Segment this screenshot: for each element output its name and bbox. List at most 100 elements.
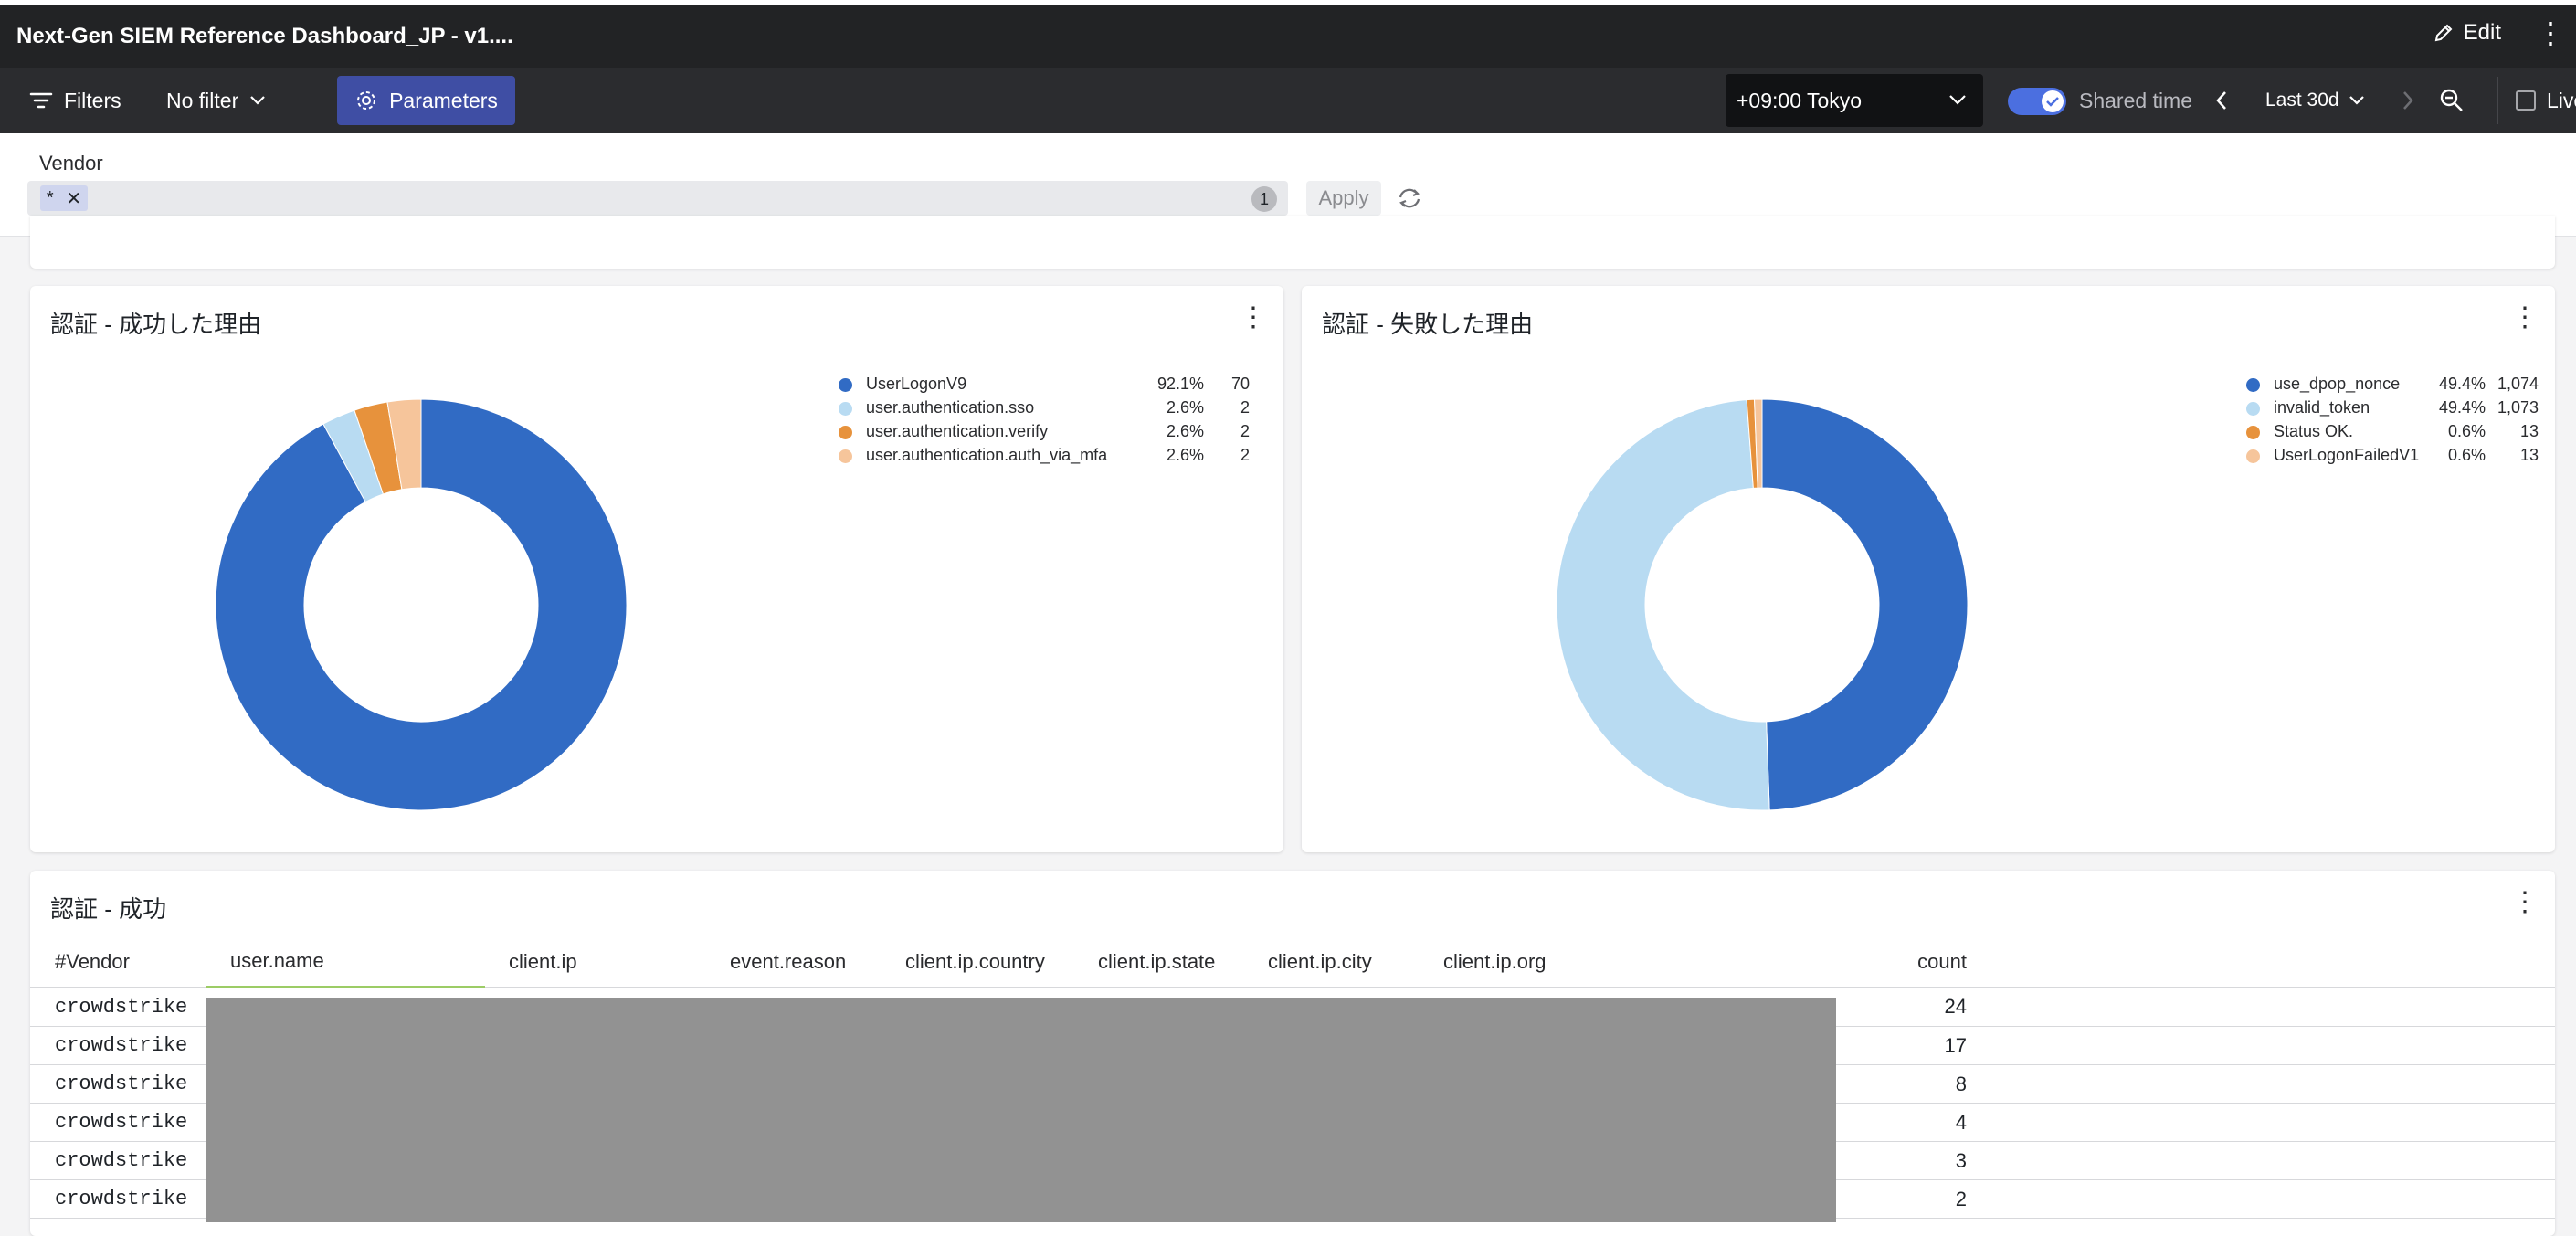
zoom-out-icon[interactable]	[2439, 68, 2465, 133]
spacer-cell	[1967, 1064, 2555, 1104]
column-header[interactable]: event.reason	[706, 936, 882, 988]
parameters-button[interactable]: Parameters	[337, 76, 515, 125]
legend-swatch	[839, 378, 852, 392]
dashboard-title: Next-Gen SIEM Reference Dashboard_JP - v…	[16, 24, 513, 48]
refresh-icon[interactable]	[1396, 186, 1423, 215]
parameters-label: Parameters	[389, 88, 498, 112]
success-legend: UserLogonV9 92.1% 70 user.authentication…	[839, 373, 1295, 468]
checkbox-icon	[2516, 90, 2536, 111]
no-filter-label: No filter	[166, 88, 239, 112]
legend-count: 1,073	[2497, 398, 2539, 417]
column-header[interactable]: user.name	[206, 936, 485, 988]
legend-count: 70	[1230, 375, 1250, 393]
shared-time-label: Shared time	[2079, 88, 2193, 112]
column-header-spacer	[1967, 936, 2555, 988]
legend-name: invalid_token	[2274, 398, 2370, 417]
legend-count: 2	[1240, 446, 1250, 464]
legend-item: UserLogonFailedV1 0.6% 13	[2246, 444, 2548, 468]
legend-item: invalid_token 49.4% 1,073	[2246, 396, 2548, 420]
previous-widget	[30, 216, 2555, 269]
legend-swatch	[2246, 449, 2260, 463]
selected-count-badge: 1	[1251, 186, 1277, 212]
timezone-select[interactable]: +09:00 Tokyo	[1726, 74, 1983, 127]
table-header-row: #Vendor user.name client.ip event.reason…	[30, 936, 2555, 988]
column-header[interactable]: client.ip.org	[1420, 936, 1839, 988]
column-header[interactable]: client.ip.country	[882, 936, 1074, 988]
column-header[interactable]: client.ip	[485, 936, 706, 988]
spacer-cell	[1967, 1141, 2555, 1180]
vendor-cell: crowdstrike	[30, 1064, 206, 1104]
timezone-value: +09:00 Tokyo	[1737, 88, 1863, 112]
count-cell: 8	[1839, 1064, 1967, 1104]
legend-pct: 2.6%	[1166, 398, 1204, 417]
apply-button[interactable]: Apply	[1306, 181, 1381, 216]
chevron-down-icon	[2349, 96, 2364, 105]
panel-menu-icon[interactable]: ⋮	[2511, 889, 2539, 916]
panel-title: 認証 - 成功	[50, 895, 167, 923]
vendor-cell: crowdstrike	[30, 1179, 206, 1219]
donut-slice-invalid-token[interactable]	[1556, 399, 1770, 811]
shared-time-toggle[interactable]	[2008, 88, 2066, 115]
vendor-input[interactable]: * ✕ 1	[27, 181, 1288, 216]
legend-count: 2	[1240, 422, 1250, 440]
success-reasons-panel: 認証 - 成功した理由 ⋮ UserLogonV9 92.1% 70 user.…	[30, 286, 1283, 852]
failure-donut-chart	[1556, 398, 1969, 811]
legend-item: user.authentication.verify 2.6% 2	[839, 420, 1295, 444]
time-range-label: Last 30d	[2265, 90, 2339, 111]
legend-count: 13	[2519, 422, 2539, 440]
legend-pct: 49.4%	[2438, 398, 2486, 417]
previous-range-icon[interactable]	[2214, 68, 2229, 133]
vendor-chip-value: *	[46, 187, 54, 208]
legend-swatch	[2246, 378, 2260, 392]
count-cell: 24	[1839, 987, 1967, 1027]
legend-pct: 49.4%	[2438, 375, 2486, 393]
legend-count: 2	[1240, 398, 1250, 417]
legend-name: user.authentication.auth_via_mfa	[866, 446, 1108, 464]
legend-item: UserLogonV9 92.1% 70	[839, 373, 1295, 396]
legend-pct: 0.6%	[2447, 422, 2486, 440]
filters-button[interactable]: Filters	[29, 68, 121, 133]
toggle-check-icon	[2042, 90, 2064, 112]
edit-button[interactable]: Edit	[2433, 20, 2501, 46]
more-menu-icon[interactable]: ⋮	[2536, 18, 2565, 48]
toolbar-divider	[2497, 77, 2498, 124]
chevron-down-icon	[1949, 95, 1966, 105]
legend-swatch	[839, 426, 852, 439]
close-icon[interactable]: ✕	[66, 187, 81, 210]
legend-pct: 2.6%	[1166, 422, 1204, 440]
failure-reasons-panel: 認証 - 失敗した理由 ⋮ use_dpop_nonce 49.4% 1,074…	[1302, 286, 2555, 852]
column-header[interactable]: count	[1839, 936, 1967, 988]
no-filter-dropdown[interactable]: No filter	[166, 68, 266, 133]
legend-pct: 0.6%	[2447, 446, 2486, 464]
legend-swatch	[2246, 426, 2260, 439]
legend-pct: 92.1%	[1156, 375, 1204, 393]
legend-name: UserLogonFailedV1	[2274, 446, 2420, 464]
legend-name: use_dpop_nonce	[2274, 375, 2401, 393]
live-label: Live	[2547, 88, 2576, 112]
legend-pct: 2.6%	[1166, 446, 1204, 464]
column-header[interactable]: client.ip.city	[1244, 936, 1420, 988]
chevron-down-icon	[250, 96, 266, 105]
count-cell: 17	[1839, 1026, 1967, 1065]
legend-swatch	[2246, 402, 2260, 416]
column-header[interactable]: client.ip.state	[1074, 936, 1244, 988]
filter-icon	[29, 92, 53, 109]
time-range-dropdown[interactable]: Last 30d	[2265, 68, 2365, 133]
vendor-cell: crowdstrike	[30, 987, 206, 1027]
next-range-icon[interactable]	[2401, 68, 2415, 133]
edit-label: Edit	[2463, 20, 2501, 45]
legend-name: user.authentication.sso	[866, 398, 1035, 417]
column-header[interactable]: #Vendor	[30, 936, 206, 988]
legend-name: UserLogonV9	[866, 375, 967, 393]
redaction-overlay	[206, 998, 1836, 1222]
legend-name: Status OK.	[2274, 422, 2354, 440]
toolbar: Filters No filter Parameters +09:00 Toky…	[0, 68, 2576, 133]
legend-item: user.authentication.sso 2.6% 2	[839, 396, 1295, 420]
vendor-label: Vendor	[39, 152, 103, 174]
legend-swatch	[839, 402, 852, 416]
vendor-chip: * ✕	[40, 185, 88, 211]
legend-item: use_dpop_nonce 49.4% 1,074	[2246, 373, 2548, 396]
spacer-cell	[1967, 1103, 2555, 1142]
donut-slice-use-dpop-nonce[interactable]	[1761, 398, 1969, 811]
live-checkbox[interactable]: Live	[2516, 68, 2576, 133]
